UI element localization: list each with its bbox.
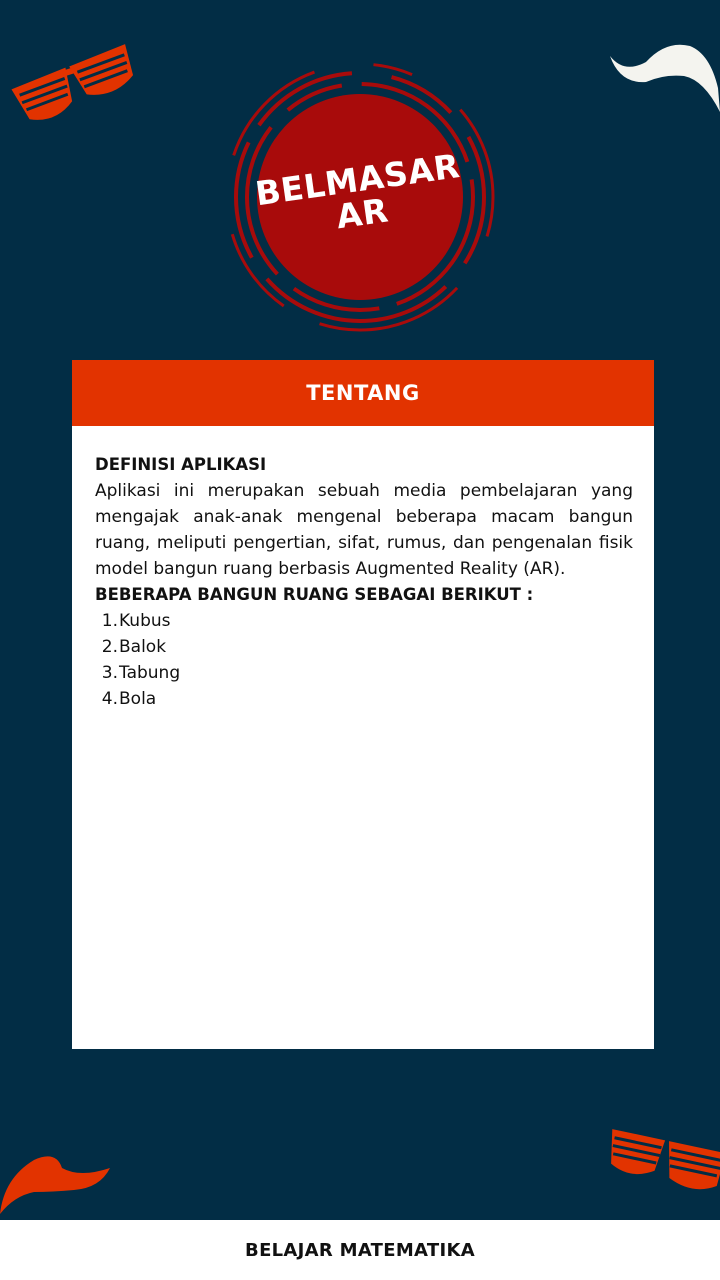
about-card: TENTANG DEFINISI APLIKASI Aplikasi ini m… <box>72 360 654 1049</box>
card-body: DEFINISI APLIKASI Aplikasi ini merupakan… <box>72 426 654 712</box>
list-item: 3. Tabung <box>95 660 633 686</box>
mustache-icon <box>610 44 720 112</box>
footer-label: BELAJAR MATEMATIKA <box>245 1239 475 1261</box>
list-item: 2. Balok <box>95 634 633 660</box>
list-item-label: Tabung <box>119 663 181 683</box>
list-item-label: Balok <box>119 637 167 657</box>
app-logo: BELMASAR AR <box>225 62 495 332</box>
list-item-number: 3. <box>101 663 118 683</box>
list-item-label: Bola <box>119 689 157 709</box>
footer-bar[interactable]: BELAJAR MATEMATIKA <box>0 1220 720 1280</box>
definition-heading: DEFINISI APLIKASI <box>95 455 267 474</box>
party-glasses-icon <box>611 1129 720 1190</box>
list-item-number: 1. <box>101 611 118 631</box>
shape-list: 1. Kubus 2. Balok 3. Tabung 4. Bola <box>95 608 633 712</box>
party-glasses-icon <box>11 44 134 120</box>
definition-text: Aplikasi ini merupakan sebuah media pemb… <box>95 481 633 579</box>
logo-text: BELMASAR AR <box>208 45 513 350</box>
list-item: 1. Kubus <box>95 608 633 634</box>
list-item-number: 2. <box>101 637 118 657</box>
mustache-icon <box>0 1156 110 1214</box>
list-item-label: Kubus <box>119 611 171 631</box>
logo-line-2: AR <box>333 190 391 237</box>
card-header: TENTANG <box>72 360 654 426</box>
list-item-number: 4. <box>101 689 118 709</box>
list-heading: BEBERAPA BANGUN RUANG SEBAGAI BERIKUT : <box>95 585 534 604</box>
card-title: TENTANG <box>306 381 420 405</box>
list-item: 4. Bola <box>95 686 633 712</box>
